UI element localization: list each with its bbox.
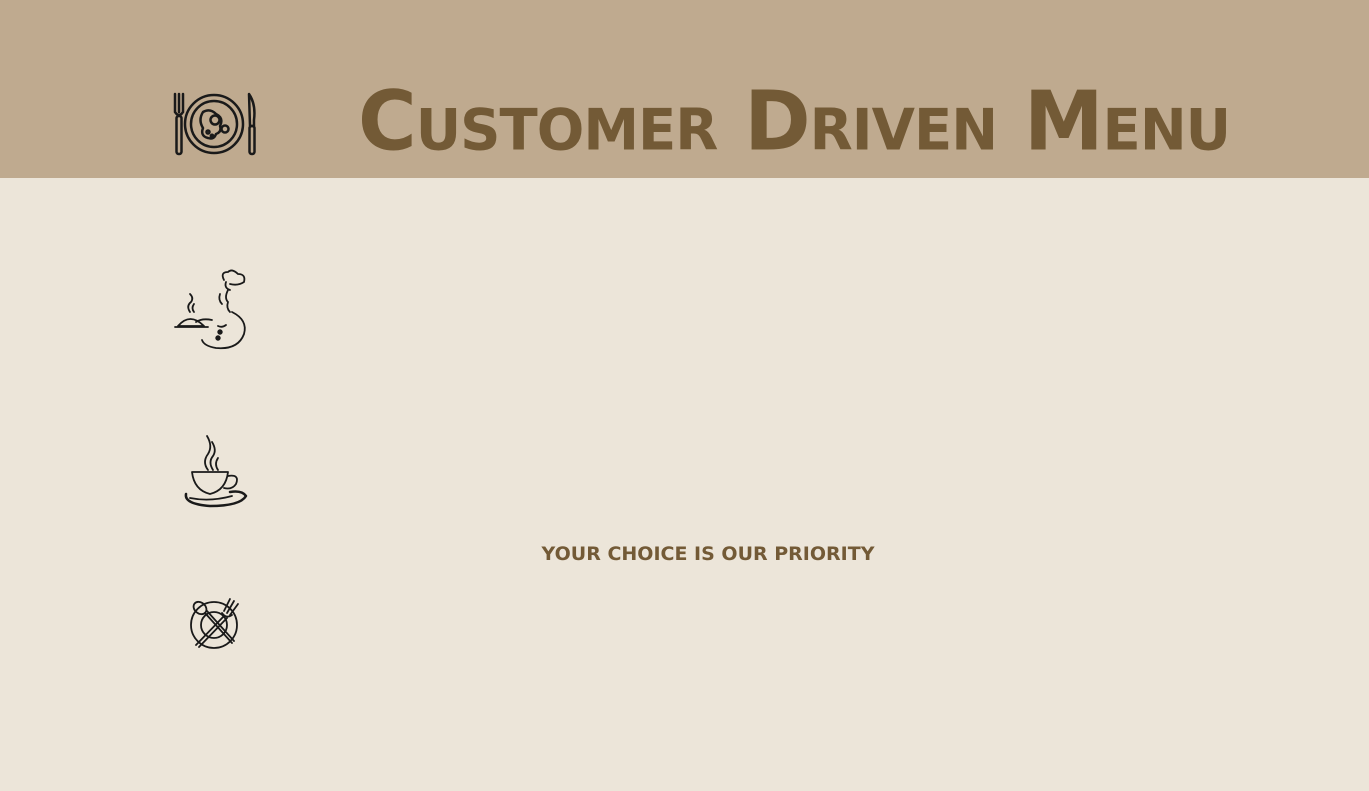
coffee-cup-icon — [180, 432, 250, 510]
page: Customer Driven Menu YOUR CHOICE IS OUR … — [0, 0, 1369, 791]
page-title: Customer Driven Menu — [358, 74, 1231, 169]
tagline: YOUR CHOICE IS OUR PRIORITY — [541, 543, 875, 565]
crossed-spoon-fork-icon — [186, 595, 242, 651]
chef-serving-icon — [172, 268, 252, 352]
plate-cutlery-icon — [170, 90, 258, 158]
